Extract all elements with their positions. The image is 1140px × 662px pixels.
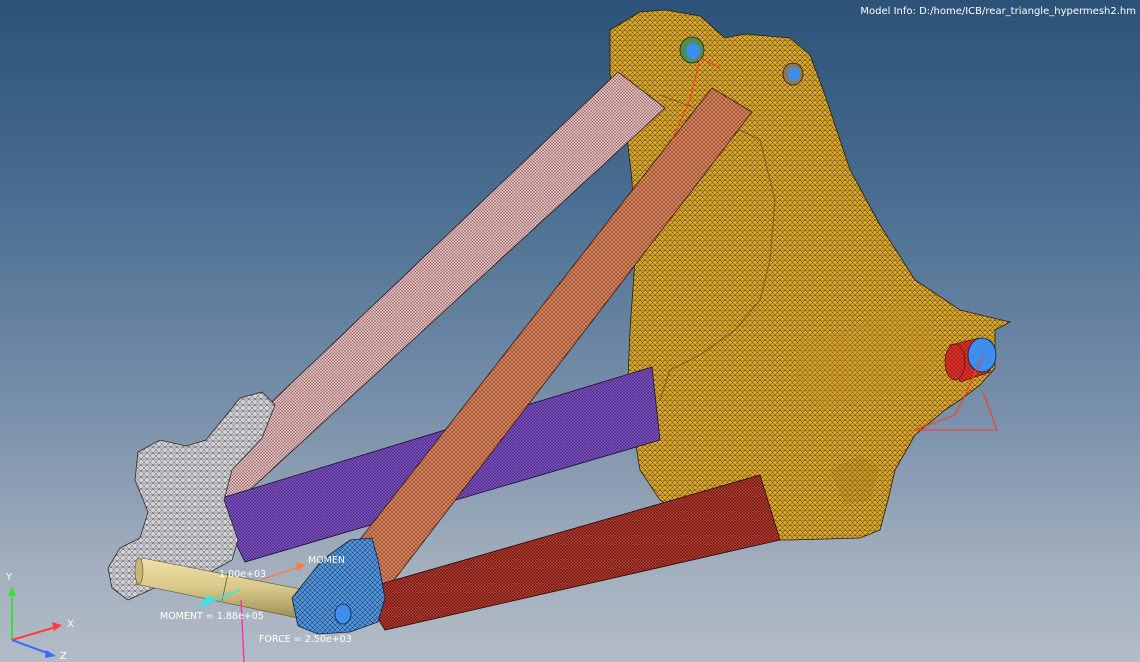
graphics-viewport[interactable]: Model Info: D:/home/ICB/rear_triangle_hy… — [0, 0, 1140, 662]
moment-lower-label: MOMENT = 1.88e+05 — [160, 611, 264, 622]
mesh-scene[interactable]: MOMEN 1.00e+03 MOMENT = 1.88e+05 FORCE =… — [0, 0, 1140, 662]
triad-x-label: X — [67, 619, 74, 630]
upper-right-bearing[interactable] — [782, 62, 804, 86]
force-arrow — [240, 599, 245, 662]
triad-z-label: Z — [60, 651, 67, 662]
upper-left-bearing[interactable] — [679, 36, 705, 64]
triad-y-label: Y — [5, 572, 13, 583]
force-label: FORCE = 2.50e+03 — [259, 634, 352, 645]
moment-upper-value: 1.00e+03 — [219, 569, 266, 580]
axis-triad: Y X Z — [5, 572, 74, 662]
moment-upper-label: MOMEN — [308, 555, 345, 566]
dropout-bearing-blue[interactable] — [334, 603, 352, 625]
moment-arrow-upper — [259, 562, 306, 581]
main-frame-block[interactable] — [609, 9, 1012, 541]
